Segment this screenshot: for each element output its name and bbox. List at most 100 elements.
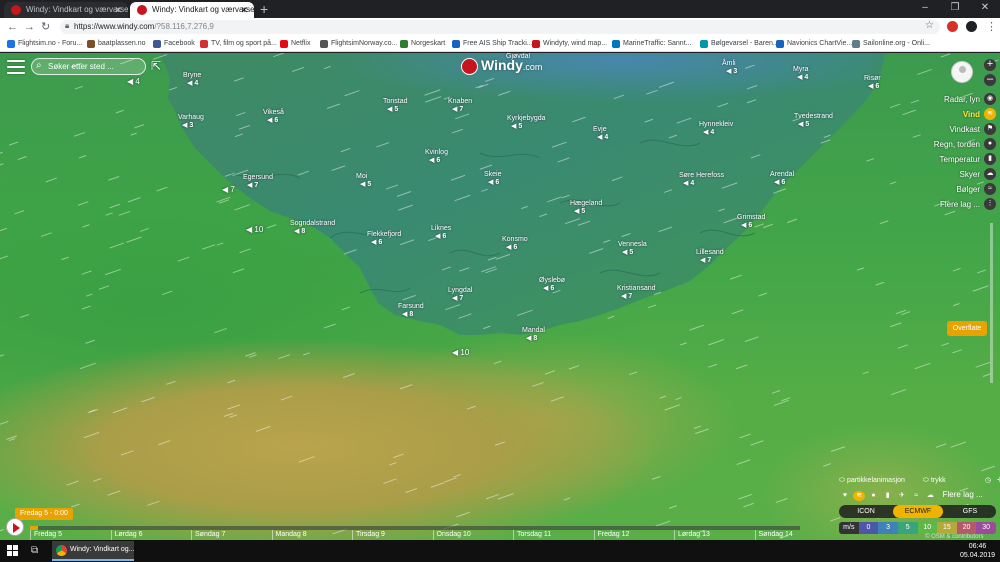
bookmark-item[interactable]: Facebook: [153, 38, 195, 50]
system-clock[interactable]: 06:46 05.04.2019: [960, 542, 995, 560]
address-bar[interactable]: 🔒︎ https://www.windy.com/?58.116,7.276,9…: [60, 20, 940, 34]
sea-wind-label[interactable]: ◀ 7: [222, 185, 235, 194]
waves-icon[interactable]: ≈: [910, 492, 922, 502]
bookmark-star-icon[interactable]: ☆: [925, 20, 934, 31]
pressure-toggle[interactable]: ⬭ trykk: [923, 477, 954, 484]
close-tab-icon[interactable]: ✕: [114, 2, 122, 18]
minimize-window-button[interactable]: –: [910, 0, 940, 18]
sea-wind-label[interactable]: ◀ 10: [452, 348, 469, 357]
more-layers-link[interactable]: Flere lag ...: [943, 490, 983, 499]
city-label[interactable]: Flekkefjord ◀ 6: [367, 231, 401, 247]
city-label[interactable]: Vennesla ◀ 5: [618, 241, 647, 257]
bookmark-item[interactable]: Norgeskart: [400, 38, 445, 50]
layer-item[interactable]: Vind: [963, 110, 980, 119]
rain-drop-icon[interactable]: ●: [984, 138, 996, 150]
bookmark-item[interactable]: Free AIS Ship Tracki...: [452, 38, 533, 50]
layer-item[interactable]: Vindkast: [949, 125, 980, 134]
thermometer-icon[interactable]: ▮: [882, 491, 894, 501]
wind-icon[interactable]: ≋: [984, 108, 996, 120]
taskbar-chrome-app[interactable]: Windy: Vindkart og...: [52, 541, 134, 561]
layer-item[interactable]: Radar, lyn: [944, 95, 980, 104]
city-label[interactable]: Evje ◀ 4: [593, 126, 608, 142]
more-layers-icon[interactable]: ⋮: [984, 198, 996, 210]
browser-tab-1[interactable]: Windy: Vindkart og værvarsel ✕: [4, 2, 128, 18]
city-label[interactable]: Knaben ◀ 7: [448, 98, 472, 114]
bookmark-item[interactable]: Navionics ChartVie...: [776, 38, 852, 50]
bookmark-item[interactable]: TV, film og sport på...: [200, 38, 277, 50]
city-label[interactable]: Tvedestrand ◀ 5: [794, 113, 833, 129]
layer-scrollbar[interactable]: [990, 223, 993, 383]
city-label[interactable]: Egersund ◀ 7: [243, 174, 273, 190]
task-view-icon[interactable]: ⧉: [31, 545, 38, 556]
city-label[interactable]: Liknes ◀ 6: [431, 225, 451, 241]
bookmark-item[interactable]: Windyty, wind map...: [532, 38, 607, 50]
layer-item[interactable]: Skyer: [960, 170, 980, 179]
city-label[interactable]: Varhaug ◀ 3: [178, 114, 204, 130]
bookmark-item[interactable]: Netflix: [280, 38, 310, 50]
share-icon[interactable]: ⇱: [151, 59, 161, 73]
clock-icon[interactable]: ◷: [985, 476, 991, 484]
timeline-day[interactable]: Fredag 12: [593, 530, 674, 540]
cloud-icon[interactable]: ☁: [924, 491, 936, 501]
back-arrow-icon[interactable]: ←: [7, 19, 18, 35]
city-label[interactable]: Arendal ◀ 6: [770, 171, 794, 187]
radar-icon[interactable]: ◉: [984, 93, 996, 105]
particle-animation-toggle[interactable]: ⬭ partikkelanimasjon: [839, 477, 913, 484]
layer-item[interactable]: Flere lag ...: [940, 200, 980, 209]
city-label[interactable]: Kristiansand ◀ 7: [617, 285, 656, 301]
city-label[interactable]: Åmli ◀ 3: [722, 60, 737, 76]
timeline-day[interactable]: Torsdag 11: [513, 530, 593, 540]
timeline-day[interactable]: Søndag 7: [191, 530, 271, 540]
reload-icon[interactable]: ↻: [41, 19, 50, 35]
model-button-gfs[interactable]: GFS: [945, 505, 995, 518]
city-label[interactable]: Vikeså ◀ 6: [263, 109, 284, 125]
city-label[interactable]: Grimstad ◀ 6: [737, 214, 765, 230]
airplane-icon[interactable]: ✈: [896, 491, 908, 501]
model-button-icon[interactable]: ICON: [841, 505, 891, 518]
city-label[interactable]: Lillesand ◀ 7: [696, 249, 724, 265]
close-window-button[interactable]: ✕: [970, 0, 1000, 18]
rain-icon[interactable]: ●: [867, 492, 879, 502]
bookmark-item[interactable]: baatplassen.no: [87, 38, 145, 50]
windy-logo[interactable]: Windy.com: [461, 57, 542, 77]
heart-icon[interactable]: ♥: [839, 492, 851, 502]
city-label[interactable]: Farsund ◀ 8: [398, 303, 424, 319]
city-label[interactable]: Myra ◀ 4: [793, 66, 809, 82]
layer-item[interactable]: Bølger: [956, 185, 980, 194]
city-label[interactable]: Mandal ◀ 8: [522, 327, 545, 343]
timeline-day[interactable]: Tirsdag 9: [352, 530, 432, 540]
sea-wind-label[interactable]: ◀ 10: [246, 225, 263, 234]
city-label[interactable]: Bryne ◀ 4: [183, 72, 201, 88]
thermometer-icon[interactable]: ▮: [984, 153, 996, 165]
waves-icon[interactable]: ≈: [984, 183, 996, 195]
city-label[interactable]: Hynnekleiv ◀ 4: [699, 121, 733, 137]
city-label[interactable]: Tonstad ◀ 5: [383, 98, 408, 114]
maximize-window-button[interactable]: ❐: [940, 0, 970, 18]
menu-hamburger-icon[interactable]: [7, 60, 25, 74]
layer-item[interactable]: Regn, torden: [934, 140, 980, 149]
wind-map[interactable]: Bryne ◀ 4 Varhaug ◀ 3 Vikeså ◀ 6 Tonstad ◀ 5 Kna…: [0, 53, 1000, 540]
timeline-day[interactable]: Fredag 5: [30, 530, 110, 540]
bookmark-item[interactable]: Bølgevarsel - Baren...: [700, 38, 779, 50]
new-tab-button[interactable]: +: [260, 1, 268, 17]
city-label[interactable]: Moi ◀ 5: [356, 173, 371, 189]
city-label[interactable]: Lyngdal ◀ 7: [448, 287, 472, 303]
menu-kebab-icon[interactable]: ⋮: [986, 19, 997, 35]
zoom-out-button[interactable]: –: [984, 74, 996, 86]
url-text[interactable]: https://www.windy.com/?58.116,7.276,9: [74, 21, 214, 33]
cloud-icon[interactable]: ☁: [984, 168, 996, 180]
play-icon[interactable]: [6, 518, 24, 536]
city-label[interactable]: Øyslebø ◀ 6: [539, 277, 565, 293]
bookmark-item[interactable]: FlightsimNorway.co...: [320, 38, 397, 50]
flag-icon[interactable]: ⚑: [984, 123, 996, 135]
close-tab-icon[interactable]: ✕: [240, 2, 248, 18]
bookmark-item[interactable]: MarineTraffic: Sannt...: [612, 38, 691, 50]
city-label[interactable]: Hægeland ◀ 5: [570, 200, 602, 216]
city-label[interactable]: Skeie ◀ 6: [484, 171, 502, 187]
city-label[interactable]: Kvinlog ◀ 6: [425, 149, 448, 165]
city-label[interactable]: Kyrkjebygda ◀ 5: [507, 115, 546, 131]
bookmark-item[interactable]: Sailonline.org - Onli...: [852, 38, 930, 50]
layer-item[interactable]: Temperatur: [940, 155, 980, 164]
forward-arrow-icon[interactable]: →: [24, 19, 35, 35]
timeline-day[interactable]: Onsdag 10: [432, 530, 513, 540]
